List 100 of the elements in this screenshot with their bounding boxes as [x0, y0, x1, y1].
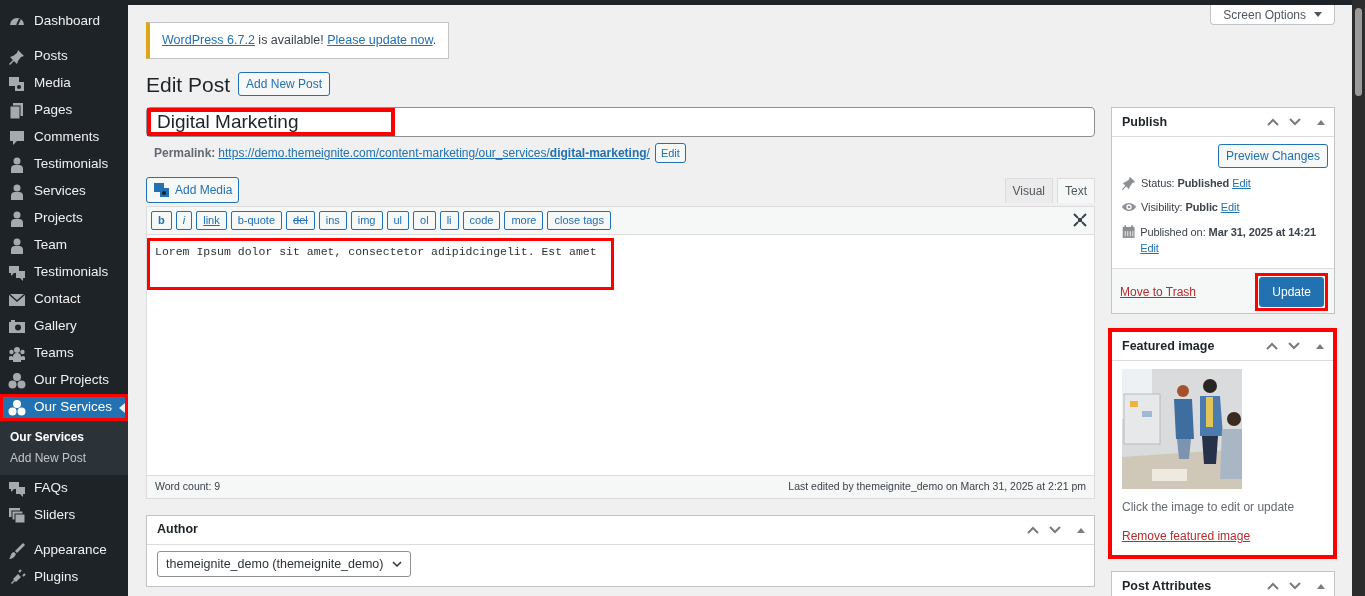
author-select[interactable]: themeignite_demo (themeignite_demo)	[157, 550, 411, 578]
chat-bubbles-icon	[8, 479, 26, 498]
title-field[interactable]: Digital Marketing	[146, 106, 1095, 137]
menu-item[interactable]: Appearance	[0, 537, 128, 564]
text-editor[interactable]: Lorem Ipsum dolor sit amet, consectetor adipidcingelit. Est amet	[146, 234, 1095, 476]
menu-item[interactable]: Pages	[0, 97, 128, 124]
update-link[interactable]: Please update now	[327, 33, 433, 47]
pages-icon	[8, 101, 26, 120]
format-button[interactable]: link	[196, 210, 227, 230]
menu-item[interactable]: Dashboard	[0, 8, 128, 35]
format-button[interactable]: close tags	[547, 210, 611, 230]
edit-link[interactable]: Edit	[1140, 242, 1159, 255]
permalink-link[interactable]: https://demo.themeignite.com/content-marketing/our_services/digital-marketing/	[218, 143, 650, 162]
camera-icon	[8, 317, 26, 336]
edit-link[interactable]: Edit	[1220, 201, 1240, 214]
menu-item[interactable]: Plugins	[0, 564, 128, 591]
format-button[interactable]: ul	[386, 210, 410, 230]
layers-icon	[8, 506, 26, 525]
format-button[interactable]: li	[439, 210, 459, 230]
caret-icon	[119, 403, 125, 413]
update-notice: WordPress 6.7.2 is available! Please update now.	[146, 22, 450, 59]
move-up-icon[interactable]	[1266, 581, 1280, 592]
media-icon	[153, 180, 171, 199]
remove-featured-image-link[interactable]: Remove featured image	[1122, 526, 1251, 545]
menu-item[interactable]: Gallery	[0, 313, 128, 340]
format-button[interactable]: b	[151, 210, 172, 230]
update-button[interactable]: Update	[1259, 276, 1324, 307]
move-up-icon[interactable]	[1026, 524, 1040, 535]
menu-item[interactable]: FAQs	[0, 475, 128, 502]
editor-tab[interactable]: Visual	[1004, 177, 1053, 203]
menu-item[interactable]: Teams	[0, 340, 128, 367]
screen-options-button[interactable]: Screen Options	[1210, 5, 1335, 25]
menu-item[interactable]: Services	[0, 178, 128, 205]
media-icon	[8, 74, 26, 93]
menu-item[interactable]: Testimonials	[0, 151, 128, 178]
publish-info-text: Visibility: Public Edit	[1141, 200, 1240, 216]
content-text: Lorem Ipsum dolor sit amet, consectetor adipidcingelit. Est amet	[147, 237, 614, 291]
menu-item[interactable]: Comments	[0, 124, 128, 151]
edit-link[interactable]: Edit	[1232, 176, 1251, 189]
speech-bubble-icon	[8, 128, 26, 147]
collapse-icon[interactable]	[1316, 582, 1326, 591]
publish-info-text: Status: Published Edit	[1141, 175, 1251, 191]
menu-item[interactable]: Media	[0, 70, 128, 97]
format-button[interactable]: del	[286, 210, 315, 230]
panel-title: Author	[157, 521, 198, 539]
word-count: Word count: 9	[155, 478, 221, 494]
menu-item[interactable]: Team	[0, 232, 128, 259]
format-button[interactable]: ol	[413, 210, 436, 230]
add-media-button[interactable]: Add Media	[146, 176, 240, 203]
move-down-icon[interactable]	[1288, 116, 1302, 127]
version-link[interactable]: WordPress 6.7.2	[162, 33, 255, 47]
menu-item[interactable]: Testimonials	[0, 259, 128, 286]
publish-info-text: Published on: Mar 31, 2025 at 14:21 Edit	[1140, 224, 1317, 257]
menu-item[interactable]: Contact	[0, 286, 128, 313]
format-button[interactable]: img	[350, 210, 383, 230]
caret-icon	[1314, 12, 1322, 17]
circles-icon	[8, 398, 26, 417]
menu-item[interactable]: Sliders	[0, 502, 128, 529]
add-new-post-button[interactable]: Add New Post	[238, 72, 331, 97]
format-button[interactable]: ins	[318, 210, 347, 230]
move-down-icon[interactable]	[1048, 524, 1062, 535]
person-icon	[8, 209, 26, 228]
menu-item[interactable]: Projects	[0, 205, 128, 232]
format-button[interactable]: more	[504, 210, 544, 230]
chat-bubbles-icon	[8, 263, 26, 282]
format-button[interactable]: i	[175, 210, 193, 230]
move-to-trash-link[interactable]: Move to Trash	[1120, 282, 1197, 301]
group-icon	[8, 344, 26, 363]
chevron-down-icon	[391, 561, 402, 568]
person-icon	[8, 236, 26, 255]
format-button[interactable]: code	[462, 210, 501, 230]
panel-title: Post Attributes	[1122, 578, 1212, 596]
calendar-icon	[1121, 223, 1137, 240]
person-icon	[8, 155, 26, 174]
pushpin-icon	[8, 47, 26, 66]
preview-changes-button[interactable]: Preview Changes	[1217, 143, 1328, 168]
pushpin-icon	[1121, 174, 1137, 191]
submenu-item[interactable]: Add New Post	[0, 448, 128, 469]
menu-item[interactable]: Our Services	[0, 394, 128, 421]
submenu-item[interactable]: Our Services	[0, 427, 128, 448]
format-button[interactable]: b-quote	[230, 210, 282, 230]
panel-title: Publish	[1122, 113, 1168, 131]
last-edited-text: Last edited by themeignite_demo on March 31, 2025 at 2:21 pm	[788, 478, 1086, 494]
move-down-icon[interactable]	[1288, 581, 1302, 592]
move-up-icon[interactable]	[1266, 116, 1280, 127]
move-down-icon[interactable]	[1287, 340, 1301, 351]
menu-item[interactable]: Posts	[0, 43, 128, 70]
move-up-icon[interactable]	[1265, 340, 1279, 351]
circles-icon	[8, 371, 26, 390]
person-icon	[8, 182, 26, 201]
fullscreen-icon[interactable]	[1073, 213, 1087, 228]
editor-tab[interactable]: Text	[1057, 177, 1095, 203]
edit-permalink-button[interactable]: Edit	[654, 142, 686, 163]
panel-title: Featured image	[1122, 337, 1215, 355]
featured-image-hint: Click the image to edit or update	[1122, 498, 1296, 516]
permalink-label: Permalink:	[154, 144, 216, 162]
menu-item[interactable]: Our Projects	[0, 367, 128, 394]
scrollbar[interactable]	[1352, 0, 1365, 596]
paintbrush-icon	[8, 541, 26, 560]
page-title: Edit Post	[146, 71, 231, 97]
